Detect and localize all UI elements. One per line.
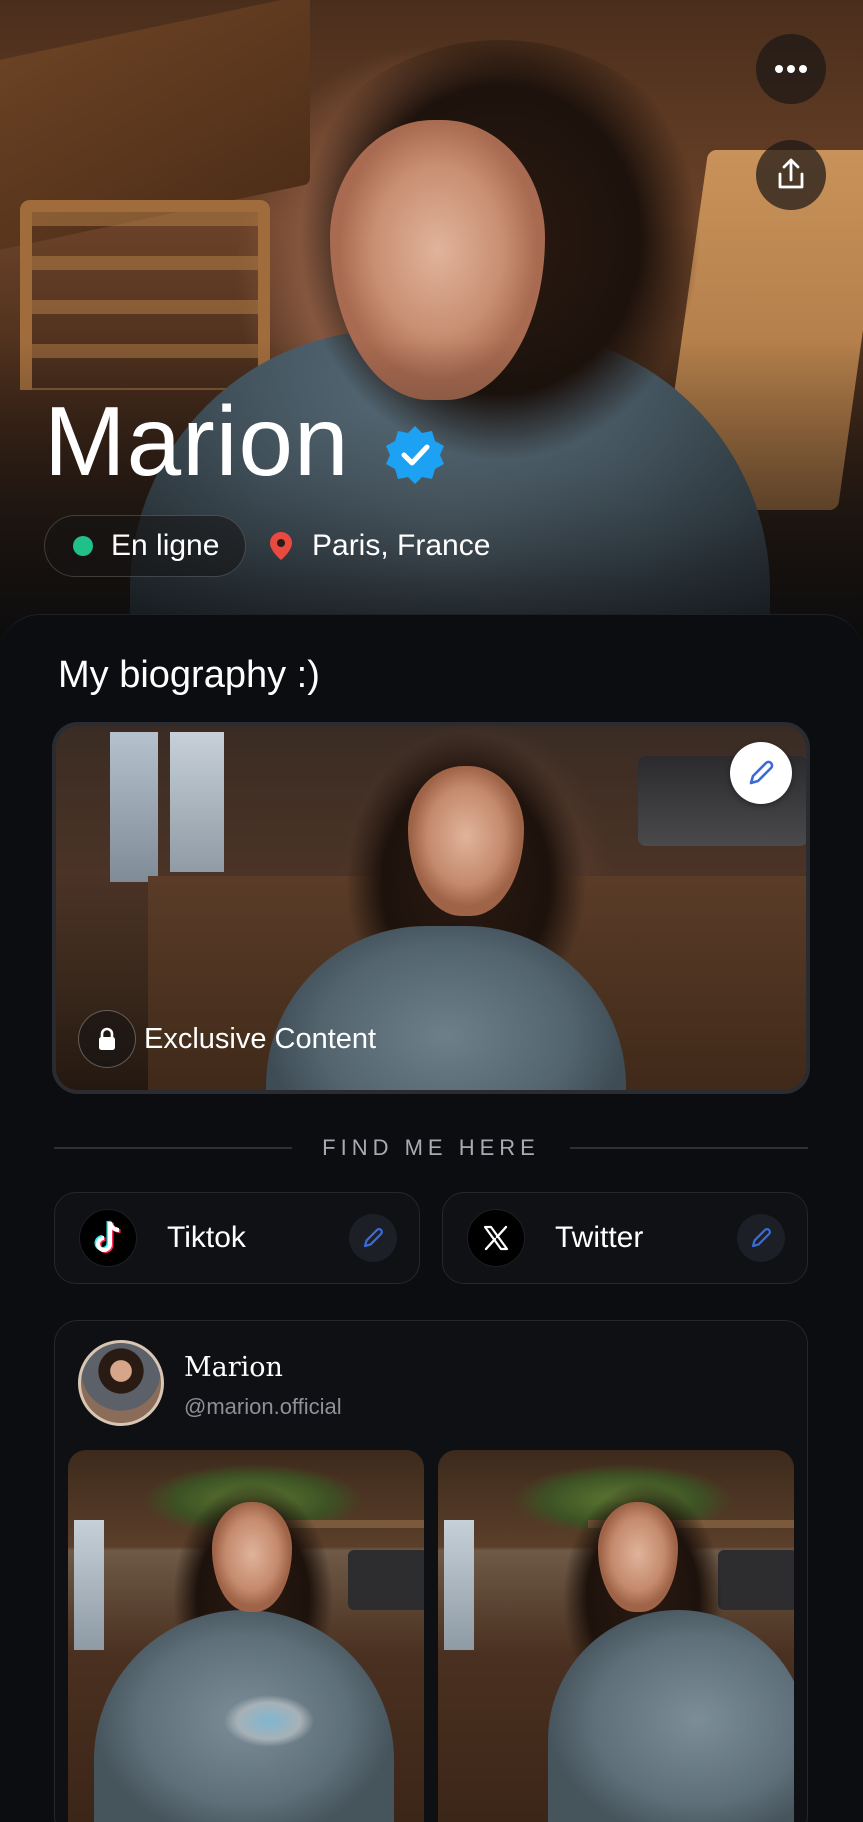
divider-line-right [569,1147,808,1149]
pencil-icon [751,1228,771,1248]
post-photo[interactable] [68,1450,424,1822]
more-dots-icon [775,65,807,73]
share-button[interactable] [756,140,826,210]
thumb-bg-machine [348,1550,424,1610]
location-pin-icon [270,532,292,560]
thumb-shirt-print [224,1695,314,1747]
bio-bg-window-2 [170,732,224,872]
exclusive-content-badge: Exclusive Content [78,1010,376,1068]
tiktok-icon [79,1209,137,1267]
status-chip: En ligne [44,515,246,577]
social-link-tiktok[interactable]: Tiktok [54,1192,420,1284]
post-author-name: Marion [184,1352,283,1383]
bio-bg-window [110,732,158,882]
x-icon [467,1209,525,1267]
more-button[interactable] [756,34,826,104]
exclusive-content-label: Exclusive Content [144,1022,377,1055]
edit-twitter-button[interactable] [737,1214,785,1262]
edit-photo-button[interactable] [730,742,792,804]
profile-page: Marion En ligne Paris, France My biograp… [0,0,863,1822]
status-text: En ligne [111,529,220,562]
avatar[interactable] [78,1340,164,1426]
lock-icon-wrap [78,1010,136,1068]
social-link-twitter[interactable]: Twitter [442,1192,808,1284]
find-me-divider: FIND ME HERE [54,1130,808,1166]
divider-line-left [54,1147,293,1149]
thumb-bg-window [444,1520,474,1650]
social-label-tiktok: Tiktok [167,1221,246,1254]
location-text: Paris, France [312,529,491,562]
biography-title: My biography :) [58,654,320,696]
verified-badge-icon [386,426,444,484]
location: Paris, France [270,515,490,577]
lock-icon [99,1027,115,1050]
find-me-heading: FIND ME HERE [322,1135,540,1160]
profile-name: Marion [44,386,350,496]
pencil-icon [749,760,774,785]
post-photo[interactable] [438,1450,794,1822]
online-dot [73,536,93,556]
social-label-twitter: Twitter [555,1221,644,1254]
edit-tiktok-button[interactable] [349,1214,397,1262]
share-icon [778,158,804,189]
thumb-bg-window [74,1520,104,1650]
pencil-icon [363,1228,383,1248]
post-author-handle: @marion.official [184,1394,342,1419]
thumb-bg-machine [718,1550,794,1610]
